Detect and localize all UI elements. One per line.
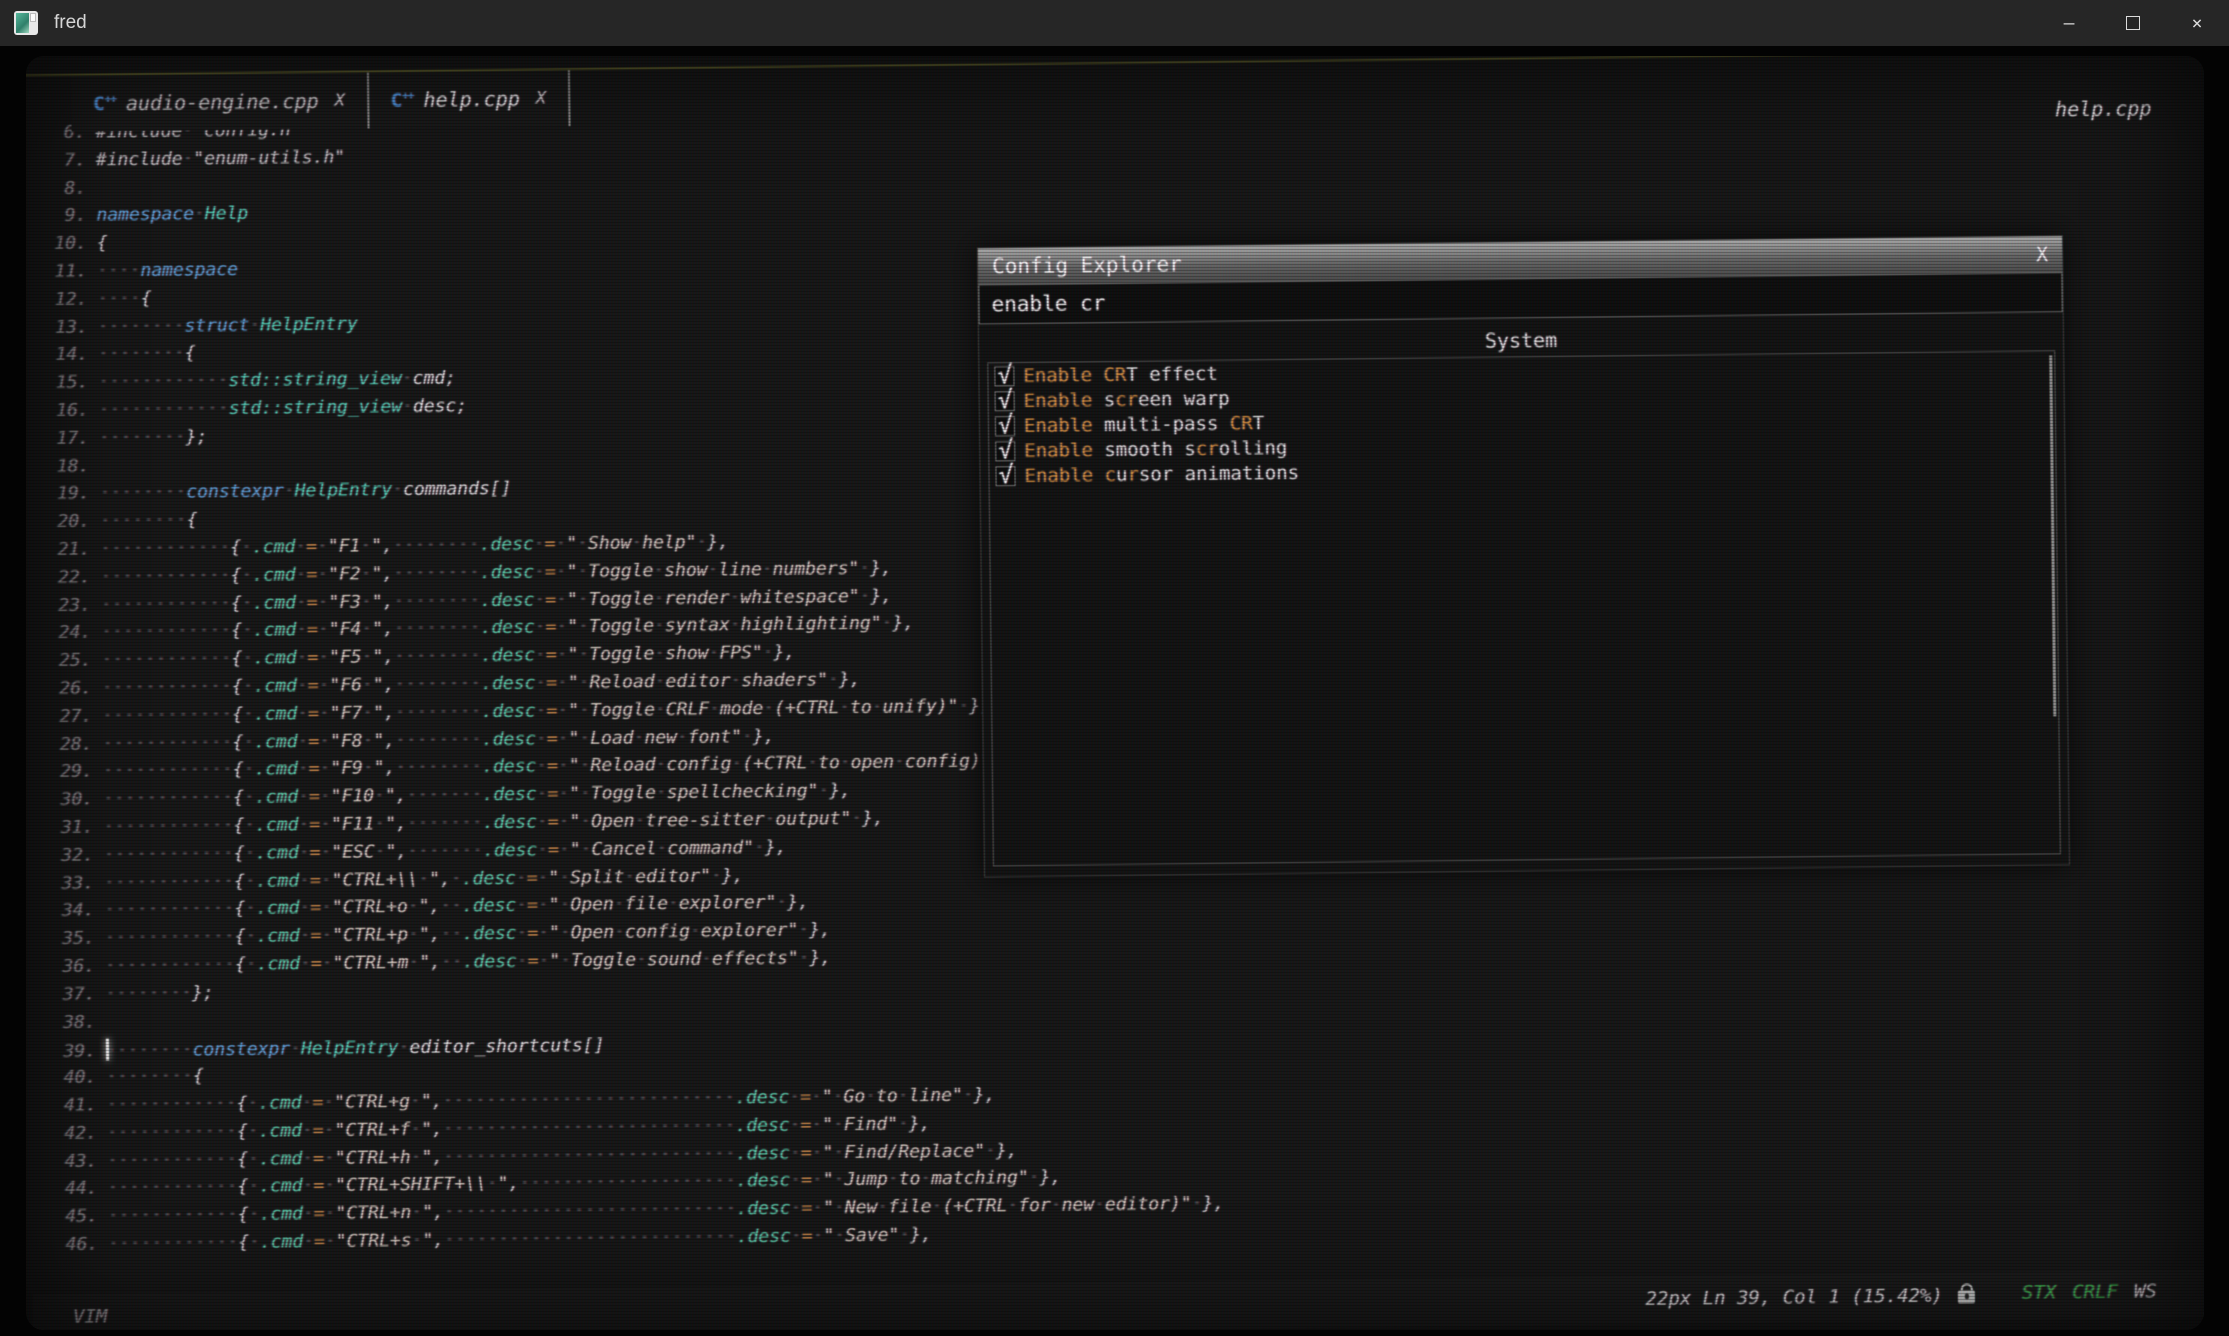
code-line[interactable]: 18. [26, 455, 100, 484]
popup-scrollbar[interactable] [2049, 355, 2056, 716]
line-number: 45. [32, 1206, 98, 1228]
tab-audio-engine.cpp[interactable]: C++ audio-engine.cpp X [71, 72, 369, 131]
app-icon [14, 11, 38, 35]
line-number: 46. [32, 1234, 98, 1256]
line-number: 28. [26, 733, 92, 755]
line-number: 11. [26, 261, 87, 283]
line-number: 44. [31, 1178, 97, 1200]
editor-mode-label: VIM [73, 1305, 108, 1327]
line-number: 24. [26, 622, 91, 644]
code-line[interactable]: 7.#include·"enum-utils.h" [26, 146, 345, 178]
line-number: 17. [26, 427, 89, 449]
cpp-file-icon: C++ [93, 92, 116, 115]
check-icon: √ [998, 460, 1013, 489]
line-number: 9. [26, 205, 87, 227]
line-number: 35. [29, 928, 95, 950]
line-number: 10. [26, 233, 87, 255]
tab-close-icon[interactable]: X [536, 88, 546, 108]
cursor-position-label: 22px Ln 39, Col 1 (15.42%) [1645, 1285, 1943, 1310]
config-option-label: Enable multi-pass CRT [1024, 412, 1264, 437]
window-title: fred [54, 12, 87, 34]
config-option-label: Enable CRT effect [1023, 362, 1218, 386]
tab-label: audio-engine.cpp [126, 89, 319, 115]
config-option-label: Enable cursor animations [1024, 461, 1299, 486]
line-number: 12. [26, 288, 88, 310]
line-number: 37. [29, 983, 95, 1005]
checkbox-checked[interactable]: √ [994, 366, 1014, 386]
line-number: 27. [26, 705, 92, 727]
line-number: 18. [26, 455, 89, 477]
cpp-file-icon: C++ [391, 89, 414, 112]
code-line[interactable]: 9.namespace·Help [26, 203, 248, 234]
line-number: 25. [26, 650, 92, 672]
code-line[interactable]: 20.········{ [26, 510, 198, 540]
line-number: 39. [30, 1041, 96, 1063]
line-number: 23. [26, 594, 91, 616]
config-option-label: Enable smooth scrolling [1024, 437, 1287, 462]
line-number: 8. [26, 177, 86, 199]
popup-title: Config Explorer [992, 252, 1182, 278]
status-flag-ws: WS [2134, 1280, 2157, 1302]
checkbox-checked[interactable]: √ [995, 441, 1015, 461]
checkbox-checked[interactable]: √ [995, 416, 1015, 436]
line-number: 29. [27, 761, 93, 783]
line-number: 14. [26, 344, 88, 366]
config-explorer-popup: Config Explorer X enable cr System √Enab… [977, 235, 2070, 877]
code-line[interactable]: 39.········constexpr·HelpEntry·editor_sh… [30, 1033, 605, 1068]
checkbox-checked[interactable]: √ [995, 391, 1015, 411]
line-number: 7. [26, 149, 86, 171]
config-option-label: Enable screen warp [1024, 387, 1230, 411]
line-number: 15. [26, 372, 89, 394]
line-number: 33. [28, 872, 94, 894]
code-line[interactable]: 37.········}; [29, 982, 214, 1012]
code-line[interactable]: 40.········{ [30, 1066, 204, 1096]
close-button[interactable]: × [2165, 0, 2229, 46]
tab-close-icon[interactable]: X [334, 91, 344, 111]
popup-close-icon[interactable]: X [2036, 242, 2048, 266]
line-number: 16. [26, 400, 89, 422]
checkbox-checked[interactable]: √ [995, 466, 1015, 486]
maximize-button[interactable] [2101, 0, 2165, 46]
code-line[interactable]: 17.········}; [26, 426, 208, 456]
code-line[interactable]: 38. [30, 1011, 106, 1040]
minimize-button[interactable]: – [2037, 0, 2101, 46]
code-line[interactable]: 8. [26, 177, 96, 206]
line-number: 42. [31, 1122, 97, 1144]
maximize-icon [2126, 16, 2140, 30]
line-number: 34. [28, 900, 94, 922]
code-line[interactable]: 13.········struct·HelpEntry [26, 313, 358, 345]
line-number: 36. [29, 956, 95, 978]
code-line[interactable]: 12.····{ [26, 288, 152, 317]
line-number: 22. [26, 566, 91, 588]
line-number: 19. [26, 483, 90, 505]
line-number: 43. [31, 1150, 97, 1172]
line-number: 13. [26, 316, 88, 338]
os-titlebar: fred – × [0, 0, 2229, 46]
line-number: 20. [26, 511, 90, 533]
status-flag-stx: STX [2022, 1281, 2057, 1303]
tab-help.cpp[interactable]: C++ help.cpp X [369, 70, 571, 128]
line-number: 38. [30, 1011, 96, 1033]
code-line[interactable]: 16.············std::string_view·desc; [26, 395, 467, 428]
crt-screen: 6.#include·"config.h"7.#include·"enum-ut… [26, 56, 2204, 1330]
line-number: 40. [30, 1067, 96, 1089]
lock-icon [1958, 1290, 1975, 1303]
line-number: 32. [28, 844, 94, 866]
line-number: 41. [30, 1095, 96, 1117]
line-number: 31. [27, 817, 93, 839]
tab-label: help.cpp [423, 87, 520, 112]
config-options-list: √ Enable CRT effect √ Enable screen warp √ En… [987, 350, 2061, 866]
line-number: 21. [26, 539, 90, 561]
code-line[interactable]: 19.········constexpr·HelpEntry·commands[… [26, 478, 512, 512]
code-line[interactable]: 11.····namespace [26, 259, 238, 289]
code-line[interactable]: 14.········{ [26, 343, 196, 373]
line-number: 30. [27, 789, 93, 811]
status-flag-crlf: CRLF [2072, 1281, 2118, 1304]
code-line[interactable]: 10.{ [26, 233, 108, 262]
line-number: 26. [26, 678, 92, 700]
